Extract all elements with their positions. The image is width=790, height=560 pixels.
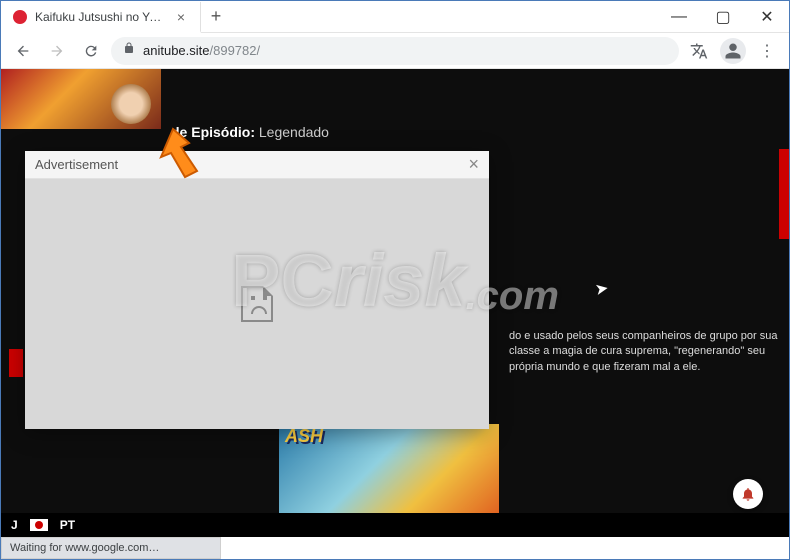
lang-pt-label[interactable]: PT [60,518,75,532]
browser-tab[interactable]: Kaifuku Jutsushi no Yarinaoshi – × [1,2,201,33]
maximize-icon: ▢ [715,7,730,27]
browser-window: Kaifuku Jutsushi no Yarinaoshi – × + — ▢… [0,0,790,560]
episode-prefix: de Episódio: [171,124,255,140]
forward-button[interactable] [43,37,71,65]
tab-title: Kaifuku Jutsushi no Yarinaoshi – [35,10,166,24]
episode-value: Legendado [259,124,329,140]
new-tab-button[interactable]: + [201,1,231,32]
notification-bell-button[interactable] [733,479,763,509]
left-red-accent [9,349,23,377]
url-text: anitube.site/899782/ [143,43,260,58]
game-ad-title: ASH [285,426,323,447]
url-host: anitube.site [143,43,210,58]
reload-icon [83,43,99,59]
side-red-accent [779,149,789,239]
advertisement-modal: Advertisement × [25,151,489,429]
tab-close-icon[interactable]: × [174,10,188,24]
translate-button[interactable] [685,37,713,65]
status-text: Waiting for www.google.com… [10,542,159,554]
arrow-left-icon [15,43,31,59]
url-path: /899782/ [210,43,261,58]
minimize-icon: — [671,8,687,26]
episode-label: de Episódio: Legendado [171,124,329,140]
titlebar: Kaifuku Jutsushi no Yarinaoshi – × + — ▢… [1,1,789,33]
site-favicon [13,10,27,24]
anime-banner-image [1,69,161,129]
profile-button[interactable] [719,37,747,65]
address-bar[interactable]: anitube.site/899782/ [111,37,679,65]
ad-modal-body [25,179,489,429]
ad-close-button[interactable]: × [468,154,479,175]
reload-button[interactable] [77,37,105,65]
translate-icon [690,42,708,60]
lock-icon [123,41,135,60]
anime-description: do e usado pelos seus companheiros de gr… [509,329,779,375]
close-window-button[interactable]: ✕ [745,1,789,33]
avatar-icon [720,38,746,64]
window-controls: — ▢ ✕ [657,1,789,32]
mouse-cursor-icon: ➤ [593,278,610,300]
ad-modal-header: Advertisement × [25,151,489,179]
close-icon: ✕ [760,7,773,27]
minimize-button[interactable]: — [657,1,701,33]
broken-page-icon [241,286,273,322]
ad-modal-title: Advertisement [35,157,118,172]
maximize-button[interactable]: ▢ [701,1,745,33]
page-content: de Episódio: Legendado do e usado pelos … [1,69,789,537]
toolbar: anitube.site/899782/ ⋮ [1,33,789,69]
japan-flag-icon[interactable] [30,519,48,531]
language-bar: J PT [1,513,789,537]
menu-icon: ⋮ [759,41,775,61]
arrow-right-icon [49,43,65,59]
menu-button[interactable]: ⋮ [753,37,781,65]
back-button[interactable] [9,37,37,65]
lang-j-label[interactable]: J [11,518,18,532]
status-bar: Waiting for www.google.com… [1,537,221,559]
bell-icon [740,486,756,502]
